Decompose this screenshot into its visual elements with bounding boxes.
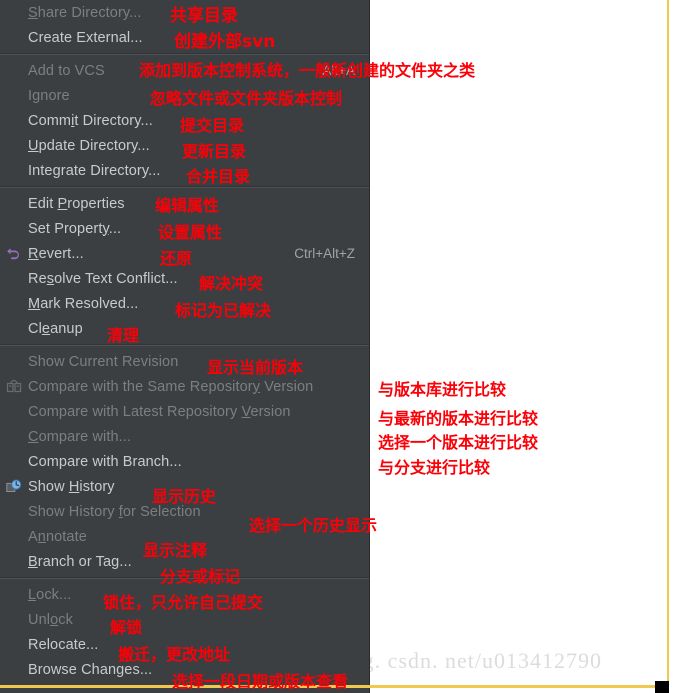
annotation-text: 添加到版本控制系统，一般新创建的文件夹之类 bbox=[139, 61, 476, 80]
menu-item-label: Add to VCS bbox=[28, 62, 105, 79]
menu-item-label: Ignore bbox=[28, 87, 70, 104]
gold-border-right bbox=[667, 0, 669, 687]
menu-item-label: Branch or Tag... bbox=[28, 553, 132, 570]
menu-item-compare-with-the-same-repository-version: Compare with the Same Repository Version bbox=[0, 374, 369, 399]
annotation-text: 设置属性 bbox=[158, 223, 223, 242]
compare-icon bbox=[5, 378, 23, 396]
menu-item-label: Cleanup bbox=[28, 320, 83, 337]
menu-item-label: Share Directory... bbox=[28, 4, 142, 21]
menu-item-label: Compare with Branch... bbox=[28, 453, 182, 470]
annotation-text: 与分支进行比较 bbox=[378, 458, 491, 477]
annotation-text: 显示历史 bbox=[152, 487, 217, 506]
annotation-text: 搬迁，更改地址 bbox=[118, 645, 231, 664]
menu-item-label: Resolve Text Conflict... bbox=[28, 270, 178, 287]
menu-item-label: Integrate Directory... bbox=[28, 162, 161, 179]
menu-item-label: Update Directory... bbox=[28, 137, 150, 154]
menu-item-label: Revert... bbox=[28, 245, 84, 262]
corner-block bbox=[655, 681, 669, 693]
menu-separator bbox=[0, 53, 369, 55]
menu-separator bbox=[0, 186, 369, 188]
menu-item-label: Mark Resolved... bbox=[28, 295, 139, 312]
menu-item-label: Commit Directory... bbox=[28, 112, 153, 129]
annotation-text: 选择一个历史显示 bbox=[249, 516, 378, 535]
annotation-text: 更新目录 bbox=[182, 142, 247, 161]
menu-item-resolve-text-conflict[interactable]: Resolve Text Conflict... bbox=[0, 266, 369, 291]
annotation-text: 标记为已解决 bbox=[175, 301, 272, 320]
annotation-text: 与版本库进行比较 bbox=[378, 380, 507, 399]
history-icon bbox=[5, 478, 23, 496]
menu-item-label: Relocate... bbox=[28, 636, 99, 653]
annotation-text: 还原 bbox=[160, 249, 193, 268]
annotation-text: 忽略文件或文件夹版本控制 bbox=[150, 89, 343, 108]
annotation-text: 显示注释 bbox=[143, 541, 208, 560]
menu-item-label: Create External... bbox=[28, 29, 143, 46]
menu-item-compare-with-branch[interactable]: Compare with Branch... bbox=[0, 449, 369, 474]
menu-item-label: Unlock bbox=[28, 611, 73, 628]
annotation-text: 清理 bbox=[107, 326, 140, 345]
annotation-text: 显示当前版本 bbox=[207, 358, 304, 377]
menu-item-shortcut: Ctrl+Alt+Z bbox=[294, 246, 355, 261]
menu-item-show-current-revision: Show Current Revision bbox=[0, 349, 369, 374]
menu-item-label: Show Current Revision bbox=[28, 353, 179, 370]
annotation-text: 共享目录 bbox=[170, 6, 238, 26]
menu-item-label: Set Property... bbox=[28, 220, 122, 237]
screenshot-canvas: http://blog. csdn. net/u013412790 Share … bbox=[0, 0, 674, 693]
annotation-text: 锁住，只允许自己提交 bbox=[103, 593, 264, 612]
annotation-text: 选择一个版本进行比较 bbox=[378, 433, 539, 452]
menu-item-label: Annotate bbox=[28, 528, 87, 545]
menu-item-label: Compare with the Same Repository Version bbox=[28, 378, 314, 395]
annotation-text: 选择一段日期或版本查看 bbox=[172, 672, 349, 691]
annotation-text: 解锁 bbox=[110, 618, 143, 637]
annotation-text: 分支或标记 bbox=[160, 567, 241, 586]
revert-icon bbox=[5, 245, 23, 263]
menu-item-compare-with: Compare with... bbox=[0, 424, 369, 449]
annotation-text: 创建外部svn bbox=[174, 32, 276, 52]
menu-item-label: Edit Properties bbox=[28, 195, 125, 212]
annotation-text: 编辑属性 bbox=[155, 196, 220, 215]
menu-item-label: Compare with Latest Repository Version bbox=[28, 403, 291, 420]
menu-item-label: Show History bbox=[28, 478, 115, 495]
annotation-text: 解决冲突 bbox=[199, 274, 264, 293]
annotation-text: 与最新的版本进行比较 bbox=[378, 409, 539, 428]
menu-separator bbox=[0, 344, 369, 346]
annotation-text: 合并目录 bbox=[186, 167, 251, 186]
menu-item-label: Lock... bbox=[28, 586, 72, 603]
menu-item-compare-with-latest-repository-version: Compare with Latest Repository Version bbox=[0, 399, 369, 424]
annotation-text: 提交目录 bbox=[180, 116, 245, 135]
menu-item-label: Compare with... bbox=[28, 428, 132, 445]
